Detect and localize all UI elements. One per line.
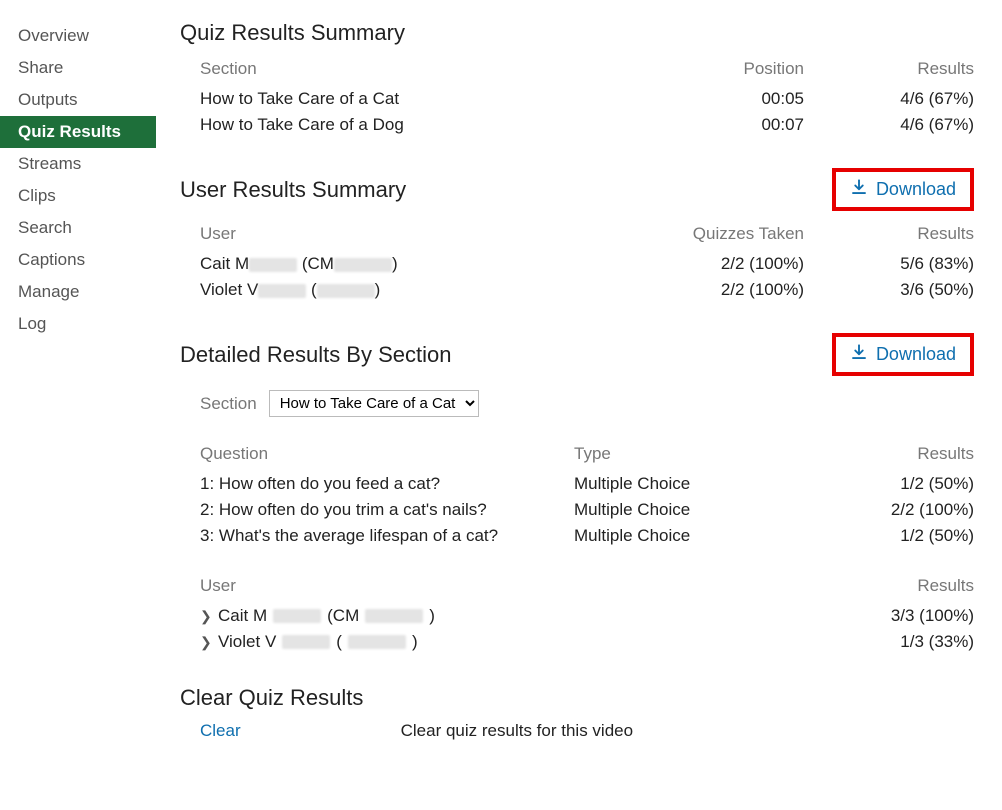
col-type: Type xyxy=(574,444,824,464)
chevron-right-icon: ❯ xyxy=(200,634,212,651)
col-position: Position xyxy=(594,59,804,79)
table-row: 2: How often do you trim a cat's nails?M… xyxy=(180,497,974,523)
cell-position: 00:07 xyxy=(594,115,804,135)
chevron-right-icon: ❯ xyxy=(200,608,212,625)
col-question: Question xyxy=(200,444,574,464)
cell-results: 1/2 (50%) xyxy=(824,474,974,494)
cell-type: Multiple Choice xyxy=(574,526,824,546)
question-header-row: Question Type Results xyxy=(180,441,974,467)
cell-type: Multiple Choice xyxy=(574,500,824,520)
cell-results: 4/6 (67%) xyxy=(804,115,974,135)
sidebar-item-manage[interactable]: Manage xyxy=(0,276,156,308)
quiz-results-summary: Quiz Results Summary Section Position Re… xyxy=(180,20,974,138)
download-user-results-button[interactable]: Download xyxy=(842,174,964,205)
user-results-summary: User Results Summary Download xyxy=(180,168,974,303)
sidebar-item-quiz-results[interactable]: Quiz Results xyxy=(0,116,156,148)
sidebar-item-captions[interactable]: Captions xyxy=(0,244,156,276)
cell-user: Cait Mxxxxx (CMxxxxxx) xyxy=(200,254,594,274)
col-results: Results xyxy=(824,576,974,596)
clear-heading: Clear Quiz Results xyxy=(180,685,974,711)
download-highlight: Download xyxy=(832,333,974,376)
table-row: How to Take Care of a Dog00:074/6 (67%) xyxy=(180,112,974,138)
sidebar-item-search[interactable]: Search xyxy=(0,212,156,244)
cell-results: 3/3 (100%) xyxy=(824,606,974,626)
table-row: Cait Mxxxxx (CMxxxxxx)2/2 (100%)5/6 (83%… xyxy=(180,251,974,277)
cell-position: 00:05 xyxy=(594,89,804,109)
sidebar-item-outputs[interactable]: Outputs xyxy=(0,84,156,116)
cell-user: Violet Vxxxxx (xxxxxx) xyxy=(200,280,594,300)
clear-description: Clear quiz results for this video xyxy=(401,721,633,741)
user-summary-heading: User Results Summary xyxy=(180,177,406,203)
cell-results: 5/6 (83%) xyxy=(804,254,974,274)
table-row[interactable]: ❯ Cait Mxxxxx (CMxxxxxx)3/3 (100%) xyxy=(180,603,974,629)
quiz-summary-header-row: Section Position Results xyxy=(180,56,974,82)
download-icon xyxy=(850,178,868,201)
sidebar: OverviewShareOutputsQuiz ResultsStreamsC… xyxy=(0,20,156,771)
col-quizzes-taken: Quizzes Taken xyxy=(594,224,804,244)
col-user: User xyxy=(200,576,824,596)
detailed-results: Detailed Results By Section Download xyxy=(180,333,974,655)
cell-question: 2: How often do you trim a cat's nails? xyxy=(200,500,574,520)
col-user: User xyxy=(200,224,594,244)
cell-user: ❯ Cait Mxxxxx (CMxxxxxx) xyxy=(200,606,824,626)
download-label: Download xyxy=(876,344,956,365)
col-results: Results xyxy=(804,224,974,244)
cell-results: 3/6 (50%) xyxy=(804,280,974,300)
sidebar-item-clips[interactable]: Clips xyxy=(0,180,156,212)
detailed-user-header-row: User Results xyxy=(180,573,974,599)
cell-question: 3: What's the average lifespan of a cat? xyxy=(200,526,574,546)
table-row: How to Take Care of a Cat00:054/6 (67%) xyxy=(180,86,974,112)
download-label: Download xyxy=(876,179,956,200)
cell-results: 1/2 (50%) xyxy=(824,526,974,546)
table-row: Violet Vxxxxx (xxxxxx)2/2 (100%)3/6 (50%… xyxy=(180,277,974,303)
table-row: 3: What's the average lifespan of a cat?… xyxy=(180,523,974,549)
user-summary-header-row: User Quizzes Taken Results xyxy=(180,221,974,247)
download-detailed-results-button[interactable]: Download xyxy=(842,339,964,370)
detailed-heading: Detailed Results By Section xyxy=(180,342,451,368)
sidebar-item-streams[interactable]: Streams xyxy=(0,148,156,180)
sidebar-item-log[interactable]: Log xyxy=(0,308,156,340)
cell-quizzes-taken: 2/2 (100%) xyxy=(594,280,804,300)
col-results: Results xyxy=(824,444,974,464)
download-icon xyxy=(850,343,868,366)
sidebar-item-share[interactable]: Share xyxy=(0,52,156,84)
cell-quizzes-taken: 2/2 (100%) xyxy=(594,254,804,274)
col-results: Results xyxy=(804,59,974,79)
section-select[interactable]: How to Take Care of a Cat xyxy=(269,390,479,417)
cell-type: Multiple Choice xyxy=(574,474,824,494)
clear-quiz-results: Clear Quiz Results Clear Clear quiz resu… xyxy=(180,685,974,741)
main-content: Quiz Results Summary Section Position Re… xyxy=(180,20,1002,771)
cell-question: 1: How often do you feed a cat? xyxy=(200,474,574,494)
quiz-summary-heading: Quiz Results Summary xyxy=(180,20,405,46)
cell-section: How to Take Care of a Dog xyxy=(200,115,594,135)
clear-button[interactable]: Clear xyxy=(200,721,241,741)
sidebar-item-overview[interactable]: Overview xyxy=(0,20,156,52)
cell-results: 2/2 (100%) xyxy=(824,500,974,520)
download-highlight: Download xyxy=(832,168,974,211)
table-row[interactable]: ❯ Violet Vxxxxx (xxxxxx)1/3 (33%) xyxy=(180,629,974,655)
table-row: 1: How often do you feed a cat?Multiple … xyxy=(180,471,974,497)
cell-section: How to Take Care of a Cat xyxy=(200,89,594,109)
col-section: Section xyxy=(200,59,594,79)
cell-results: 1/3 (33%) xyxy=(824,632,974,652)
cell-user: ❯ Violet Vxxxxx (xxxxxx) xyxy=(200,632,824,652)
section-select-label: Section xyxy=(200,394,257,414)
cell-results: 4/6 (67%) xyxy=(804,89,974,109)
